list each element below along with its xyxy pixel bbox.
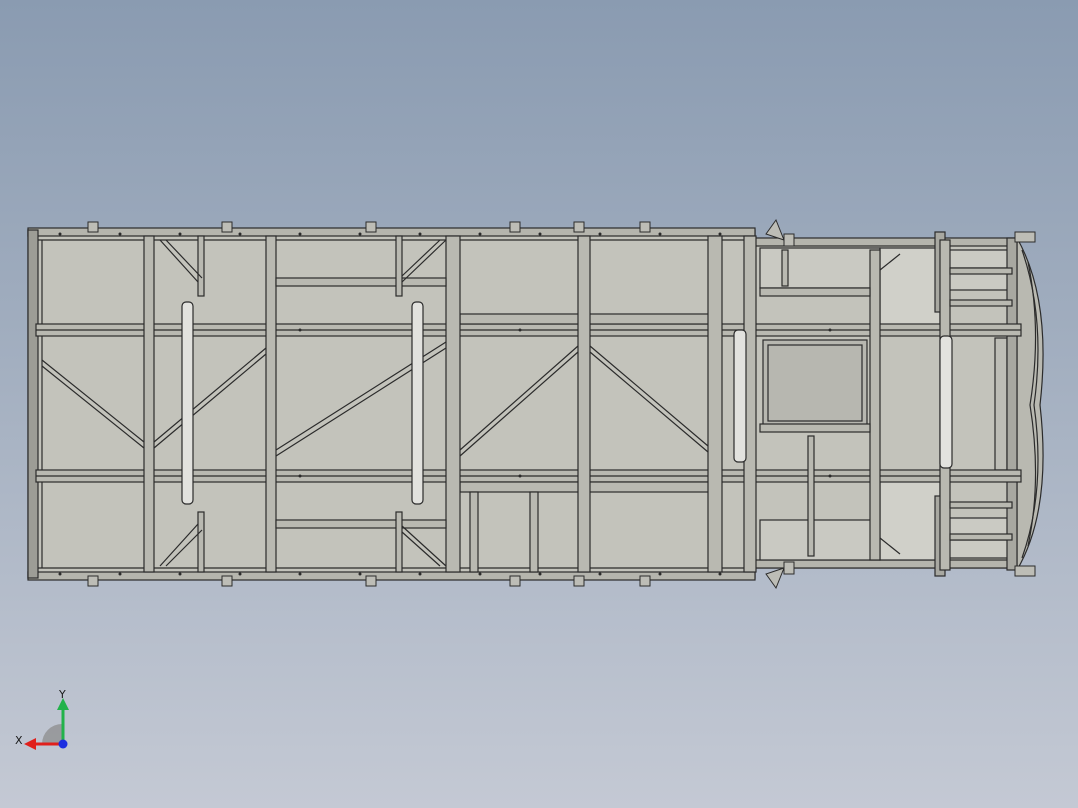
cad-graphics-viewport[interactable]: Y X	[0, 0, 1078, 808]
coordinate-triad: Y X	[15, 688, 69, 750]
tube-4	[939, 335, 953, 469]
engine-bay-opening	[762, 339, 868, 427]
tube-2	[411, 301, 424, 505]
tube-3	[733, 329, 747, 463]
z-axis-dot	[58, 739, 68, 749]
rear-end-crossmember	[27, 229, 39, 579]
triad-plane-shade	[42, 724, 62, 744]
chassis-frame-top-view[interactable]	[0, 0, 1078, 808]
x-axis-label: X	[15, 734, 23, 747]
front-frame-section	[754, 231, 1044, 577]
tube-1	[181, 301, 194, 505]
y-axis-label: Y	[58, 688, 66, 701]
